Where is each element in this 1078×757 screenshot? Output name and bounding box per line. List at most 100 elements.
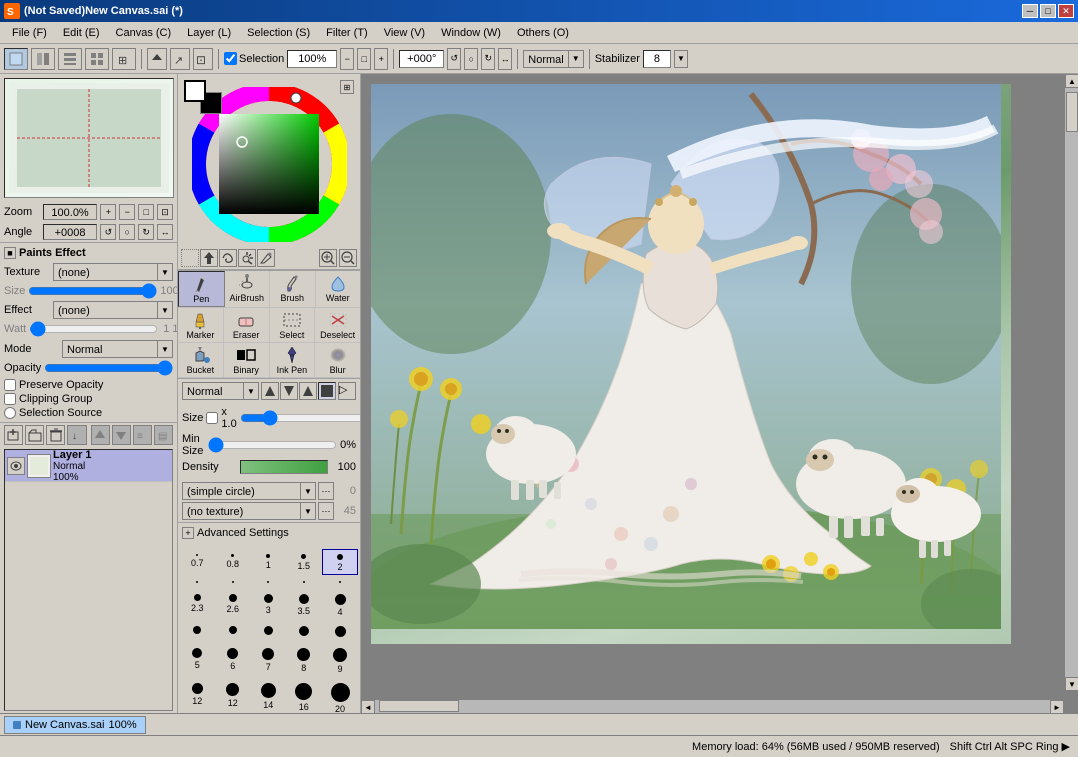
menu-edit[interactable]: Edit (E) (55, 25, 108, 41)
zoom-in-icon[interactable] (319, 249, 337, 267)
shape-btn-2[interactable] (280, 382, 298, 400)
brush-size-24[interactable]: 9 (322, 643, 358, 677)
brush-size-4[interactable]: 2 (322, 549, 358, 575)
toolbar-btn-redo[interactable]: ↗ (170, 48, 190, 70)
close-button[interactable]: ✕ (1058, 4, 1074, 18)
brush-size-5[interactable] (180, 576, 215, 588)
canvas-tab-item[interactable]: New Canvas.sai 100% (4, 716, 146, 734)
advanced-settings-header[interactable]: + Advanced Settings (182, 527, 356, 539)
brush-size-3[interactable]: 1.5 (287, 549, 322, 575)
brush-size-2[interactable]: 1 (251, 549, 286, 575)
brush-size-22[interactable]: 7 (251, 643, 286, 677)
layer-item-1[interactable]: Layer 1 Normal 100% (5, 450, 172, 482)
brush-size-27[interactable]: 14 (251, 678, 286, 713)
angle-btn-4[interactable]: ↔ (157, 224, 173, 240)
angle-btn-3[interactable]: ↻ (138, 224, 154, 240)
painting-canvas[interactable] (371, 84, 1011, 644)
brush-size-26[interactable]: 12 (216, 678, 251, 713)
shape-settings-btn[interactable]: ⋯ (318, 482, 334, 500)
size-check[interactable] (206, 412, 218, 424)
rot-cw-btn[interactable]: ↻ (481, 48, 495, 70)
tool-blur[interactable]: Blur (315, 343, 360, 377)
move-icon[interactable] (200, 249, 218, 267)
hscroll-thumb[interactable] (379, 700, 459, 712)
brush-size-9[interactable] (322, 576, 358, 588)
menu-others[interactable]: Others (O) (509, 25, 577, 41)
texture-settings-btn[interactable]: ⋯ (318, 502, 334, 520)
effect-arrow[interactable]: ▼ (157, 301, 173, 319)
shape-btn-3[interactable] (299, 382, 317, 400)
brush-size-14[interactable]: 4 (322, 589, 358, 620)
watt-slider[interactable] (29, 322, 158, 336)
toolbar-btn-undo[interactable] (147, 48, 167, 70)
brush-size-6[interactable] (216, 576, 251, 588)
min-size-range[interactable] (208, 438, 337, 452)
zoom-btn-3[interactable]: □ (138, 204, 154, 220)
toolbar-btn-4[interactable] (85, 48, 109, 70)
brush-size-29[interactable]: 20 (322, 678, 358, 713)
menu-selection[interactable]: Selection (S) (239, 25, 318, 41)
hscroll-left-btn[interactable]: ◄ (361, 700, 375, 713)
zoom-out-btn[interactable]: − (340, 48, 354, 70)
new-layer-btn[interactable] (4, 425, 23, 445)
tool-airbrush[interactable]: AirBrush (225, 271, 271, 307)
vscroll-thumb[interactable] (1066, 92, 1078, 132)
layer-down-btn[interactable] (112, 425, 131, 445)
rot-reset-btn[interactable]: ○ (464, 48, 478, 70)
tool-bucket[interactable]: Bucket (178, 343, 224, 377)
zoom-in-btn[interactable]: + (374, 48, 388, 70)
brush-size-17[interactable] (251, 621, 286, 642)
angle-btn-2[interactable]: ○ (119, 224, 135, 240)
layer-up-btn[interactable] (91, 425, 110, 445)
size-slider[interactable] (28, 284, 157, 298)
zoom-btn-4[interactable]: ⊡ (157, 204, 173, 220)
zoom-input[interactable] (287, 50, 337, 68)
toolbar-btn-2[interactable] (31, 48, 55, 70)
brush-size-21[interactable]: 6 (216, 643, 251, 677)
shape-btn-4[interactable] (318, 382, 336, 400)
tool-eraser[interactable]: Eraser (224, 308, 270, 342)
paints-effect-toggle[interactable]: ■ (4, 247, 16, 259)
rotation-input[interactable] (399, 50, 444, 68)
menu-layer[interactable]: Layer (L) (179, 25, 239, 41)
zoom-btn-2[interactable]: − (119, 204, 135, 220)
hscroll-right-btn[interactable]: ► (1050, 700, 1064, 713)
toolbar-btn-fit[interactable]: ⊡ (193, 48, 213, 70)
tool-inkpen[interactable]: Ink Pen (270, 343, 316, 377)
menu-filter[interactable]: Filter (T) (318, 25, 376, 41)
brush-blend-arrow[interactable]: ▼ (243, 382, 259, 400)
color-mode-btn[interactable]: ⊞ (340, 80, 354, 94)
shape-arrow[interactable]: ▼ (300, 482, 316, 500)
preserve-opacity-checkbox[interactable] (4, 379, 16, 391)
selection-source-radio[interactable] (4, 407, 16, 419)
brush-size-23[interactable]: 8 (287, 643, 322, 677)
menu-view[interactable]: View (V) (376, 25, 433, 41)
stabilizer-input[interactable] (643, 50, 671, 68)
layer-extra-btn[interactable]: ▤ (154, 425, 173, 445)
minimize-button[interactable]: ─ (1022, 4, 1038, 18)
brush-size-8[interactable] (287, 576, 322, 588)
clipping-group-checkbox[interactable] (4, 393, 16, 405)
texture-arrow[interactable]: ▼ (157, 263, 173, 281)
brush-size-25[interactable]: 12 (180, 678, 215, 713)
brush-size-0[interactable]: 0.7 (180, 549, 215, 575)
vscroll-up-btn[interactable]: ▲ (1065, 74, 1078, 88)
lasso-icon[interactable] (219, 249, 237, 267)
flip-h-btn[interactable]: ↔ (498, 48, 512, 70)
size-range[interactable] (240, 411, 361, 425)
brush-size-18[interactable] (287, 621, 322, 642)
magic-wand-icon[interactable] (238, 249, 256, 267)
delete-layer-btn[interactable] (46, 425, 65, 445)
fg-color-swatch[interactable] (184, 80, 206, 102)
selection-checkbox-label[interactable]: Selection (224, 52, 284, 65)
brush-size-15[interactable] (180, 621, 215, 642)
texture-param-arrow[interactable]: ▼ (300, 502, 316, 520)
brush-size-10[interactable]: 2.3 (180, 589, 215, 620)
brush-size-28[interactable]: 16 (287, 678, 322, 713)
layer-settings-btn[interactable]: ≡ (133, 425, 152, 445)
toolbar-btn-5[interactable]: ⊞ (112, 48, 136, 70)
tool-deselect[interactable]: Deselect (315, 308, 360, 342)
menu-canvas[interactable]: Canvas (C) (108, 25, 180, 41)
brush-size-13[interactable]: 3.5 (287, 589, 322, 620)
tool-select[interactable]: Select (270, 308, 316, 342)
